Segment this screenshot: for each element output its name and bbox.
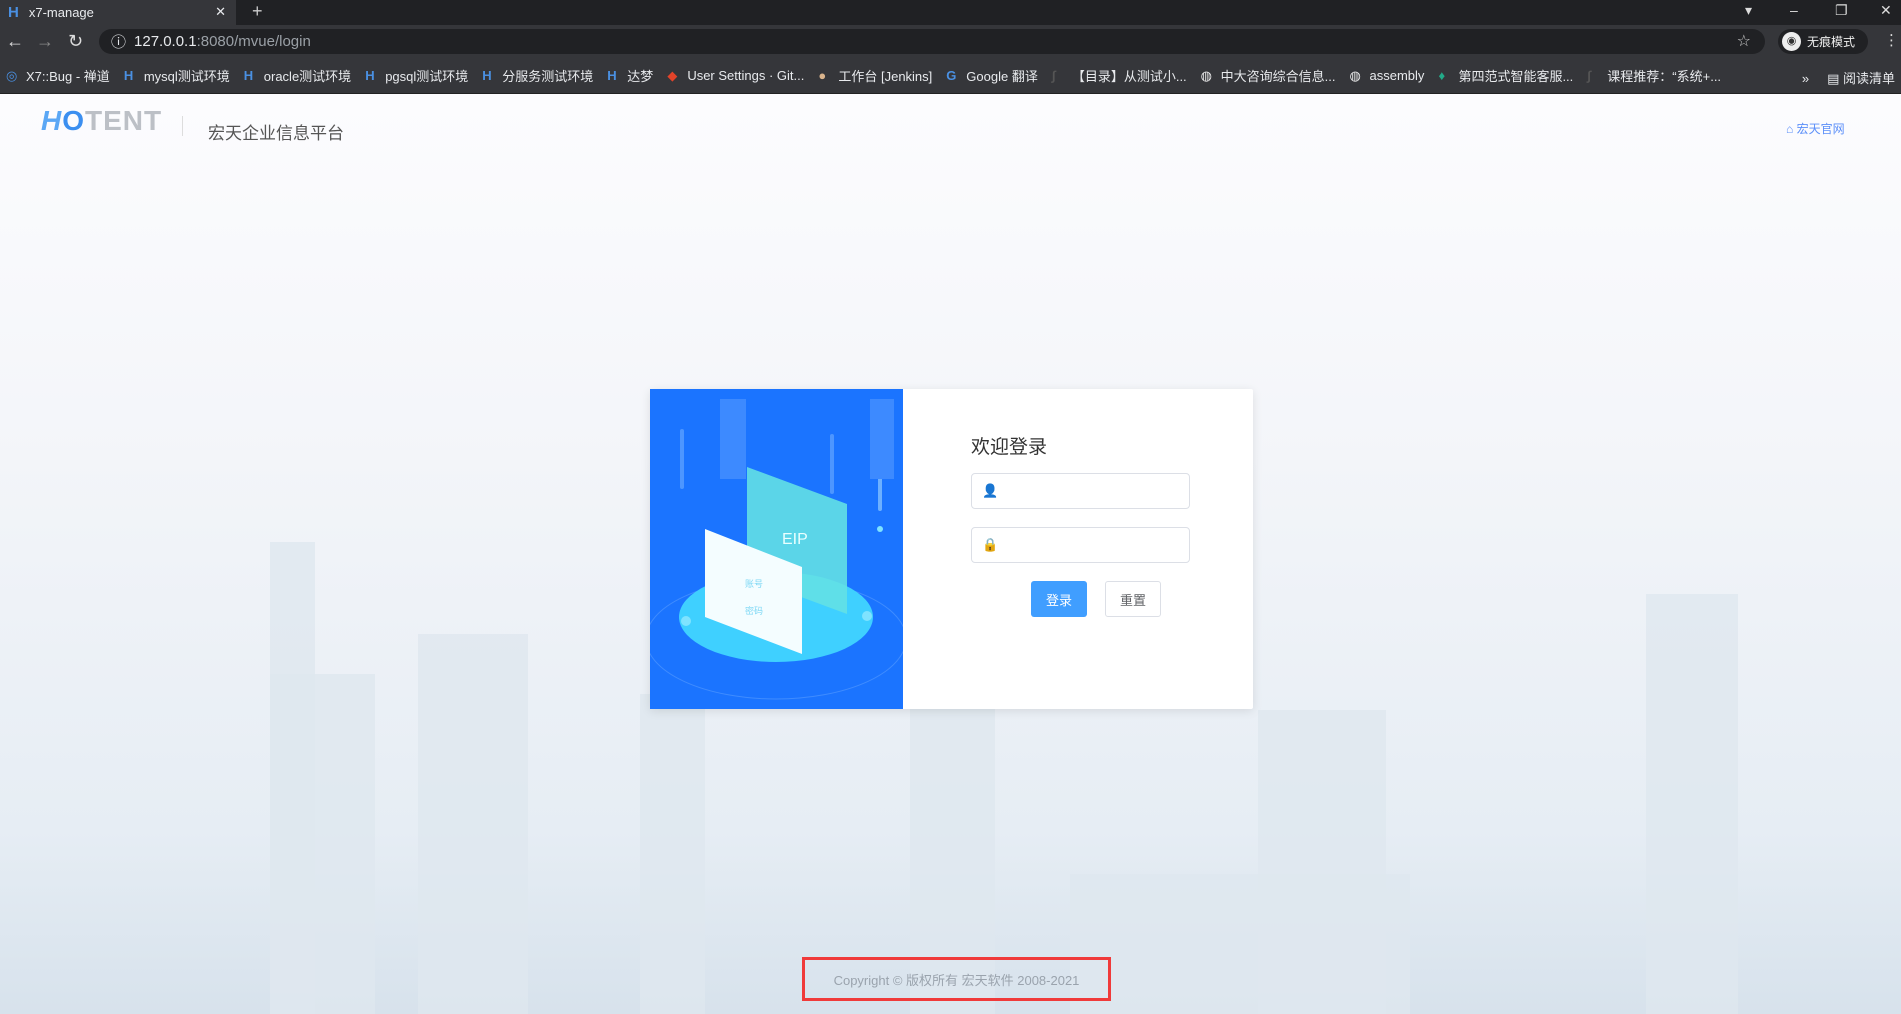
reading-list-icon: ▤	[1827, 71, 1843, 86]
back-icon[interactable]: ←	[6, 31, 24, 52]
login-illustration: EIP 账号 密码	[650, 389, 903, 709]
tab-search-icon[interactable]: ▾	[1745, 2, 1752, 19]
new-tab-button[interactable]: +	[252, 1, 263, 22]
incognito-badge[interactable]: ◉ 无痕模式	[1778, 29, 1868, 54]
bookmark[interactable]: ♦ 第四范式智能客服...	[1438, 66, 1573, 85]
platform-title: 宏天企业信息平台	[208, 124, 344, 143]
reload-icon[interactable]: ↻	[68, 31, 83, 52]
bookmark-icon: ◎	[6, 67, 18, 83]
home-icon: ⌂	[1786, 122, 1797, 136]
page-icon: ♦	[1438, 67, 1446, 83]
eip-illustration: EIP 账号 密码	[650, 399, 903, 700]
address-toolbar: ← → ↻ ⓘ 127.0.0.1:8080/mvue/login ☆ ◉ 无痕模式 …	[0, 25, 1901, 58]
reading-list[interactable]: » ▤ 阅读清单	[1802, 68, 1895, 87]
bg-building	[270, 674, 375, 1014]
bookmark-label: assembly	[1369, 68, 1425, 83]
jenkins-icon: ●	[818, 67, 827, 83]
reading-list-label: 阅读清单	[1842, 71, 1895, 86]
username-input[interactable]	[972, 474, 1189, 508]
bookmark[interactable]: ◍ assembly	[1350, 68, 1425, 83]
bookmark[interactable]: H 分服务测试环境	[482, 66, 593, 85]
incognito-label: 无痕模式	[1807, 35, 1856, 49]
login-button[interactable]: 登录	[1031, 581, 1087, 617]
url-host: 127.0.0.1	[134, 33, 197, 50]
bookmark[interactable]: ◍ 中大咨询综合信息...	[1201, 66, 1336, 85]
bookmark-label: 第四范式智能客服...	[1458, 69, 1574, 84]
close-tab-icon[interactable]: ✕	[215, 4, 226, 20]
hotent-icon: H	[482, 67, 492, 83]
user-icon: 👤	[982, 483, 999, 498]
bookmarks-bar: ◎ X7::Bug - 禅道 Hmysql测试环境 Horacle测试环境 Hpg…	[0, 58, 1901, 94]
hotent-favicon-icon: H	[8, 4, 19, 21]
password-input[interactable]	[972, 528, 1189, 562]
copyright-footer: Copyright © 版权所有 宏天软件 2008-2021	[802, 957, 1111, 1001]
tab-title: x7-manage	[28, 5, 94, 20]
incognito-icon: ◉	[1782, 32, 1801, 51]
bookmark[interactable]: Hpgsql测试环境	[365, 66, 468, 85]
hotent-icon: H	[607, 67, 617, 83]
browser-tab-bar: Hx7-manage ✕ + ▾ – ❐ ✕	[0, 0, 1901, 25]
bookmark[interactable]: Horacle测试环境	[244, 66, 351, 85]
bookmark-label: 工作台 [Jenkins]	[838, 69, 933, 84]
bookmark[interactable]: G Google 翻译	[946, 66, 1038, 85]
login-card: EIP 账号 密码 欢迎登录 👤 🔒 登录 重置	[650, 389, 1253, 709]
more-bookmarks-icon[interactable]: »	[1802, 71, 1809, 86]
bookmark[interactable]: H 达梦	[607, 66, 653, 85]
bg-building	[418, 634, 528, 1014]
login-page: HOTENT 宏天企业信息平台 ⌂ 宏天官网 EIP 账号 密码 欢迎登录 👤 …	[0, 94, 1901, 1014]
bg-building	[640, 694, 705, 1014]
page-icon: ∫	[1587, 67, 1591, 83]
password-field[interactable]: 🔒	[971, 527, 1190, 563]
bookmark-label: Google 翻译	[966, 69, 1038, 84]
bookmark-label: 分服务测试环境	[502, 69, 594, 84]
bookmark-label: 达梦	[627, 69, 654, 84]
url-path: :8080/mvue/login	[196, 33, 311, 50]
bg-building	[1646, 594, 1738, 1014]
bookmark-label: X7::Bug - 禅道	[26, 69, 110, 84]
gitlab-icon: ◆	[667, 67, 678, 83]
hotent-icon: H	[123, 67, 134, 83]
bookmark[interactable]: ∫ 课程推荐：“系统+...	[1587, 66, 1721, 85]
bg-building	[1258, 710, 1386, 1014]
bookmark-label: mysql测试环境	[143, 69, 230, 84]
hotent-icon: H	[365, 67, 375, 83]
close-window-button[interactable]: ✕	[1880, 2, 1892, 19]
url-bar[interactable]: ⓘ 127.0.0.1:8080/mvue/login ☆	[99, 29, 1765, 54]
restore-button[interactable]: ❐	[1835, 2, 1848, 19]
hotent-logo: HOTENT	[41, 105, 163, 136]
minimize-button[interactable]: –	[1790, 2, 1798, 18]
page-icon: ∫	[1051, 67, 1056, 83]
lock-icon: 🔒	[982, 537, 999, 552]
header-divider	[182, 116, 183, 136]
hotent-icon: H	[243, 67, 254, 83]
info-icon[interactable]: ⓘ	[111, 31, 126, 52]
bookmark[interactable]: ∫ 【目录】从测试小...	[1052, 66, 1187, 85]
globe-icon: ◍	[1200, 67, 1213, 83]
google-translate-icon: G	[946, 67, 957, 83]
bookmark-label: pgsql测试环境	[385, 69, 469, 84]
bookmark-label: 【目录】从测试小...	[1071, 69, 1187, 84]
eip-badge: EIP	[782, 531, 808, 548]
bookmark[interactable]: ◆ User Settings · Git...	[667, 68, 804, 83]
username-field[interactable]: 👤	[971, 473, 1190, 509]
reset-button[interactable]: 重置	[1105, 581, 1161, 617]
illus-password-label: 密码	[745, 605, 763, 616]
forward-icon[interactable]: →	[36, 31, 54, 52]
bookmark-label: 中大咨询综合信息...	[1220, 69, 1336, 84]
welcome-title: 欢迎登录	[971, 437, 1048, 458]
browser-tab[interactable]: Hx7-manage ✕	[0, 0, 236, 25]
bookmark-label: 课程推荐：“系统+...	[1607, 69, 1722, 84]
official-site-label: 宏天官网	[1796, 122, 1845, 136]
bookmark[interactable]: Hmysql测试环境	[124, 66, 230, 85]
bookmark-label: oracle测试环境	[263, 69, 352, 84]
bookmark-star-icon[interactable]: ☆	[1737, 31, 1751, 51]
bookmark[interactable]: ● 工作台 [Jenkins]	[818, 66, 932, 85]
bookmark[interactable]: ◎ X7::Bug - 禅道	[6, 66, 110, 85]
globe-icon: ◍	[1349, 67, 1361, 83]
illus-account-label: 账号	[745, 579, 763, 589]
bookmark-label: User Settings · Git...	[687, 68, 805, 83]
official-site-link[interactable]: ⌂ 宏天官网	[1786, 120, 1845, 137]
menu-icon[interactable]: ⋮	[1884, 31, 1899, 49]
